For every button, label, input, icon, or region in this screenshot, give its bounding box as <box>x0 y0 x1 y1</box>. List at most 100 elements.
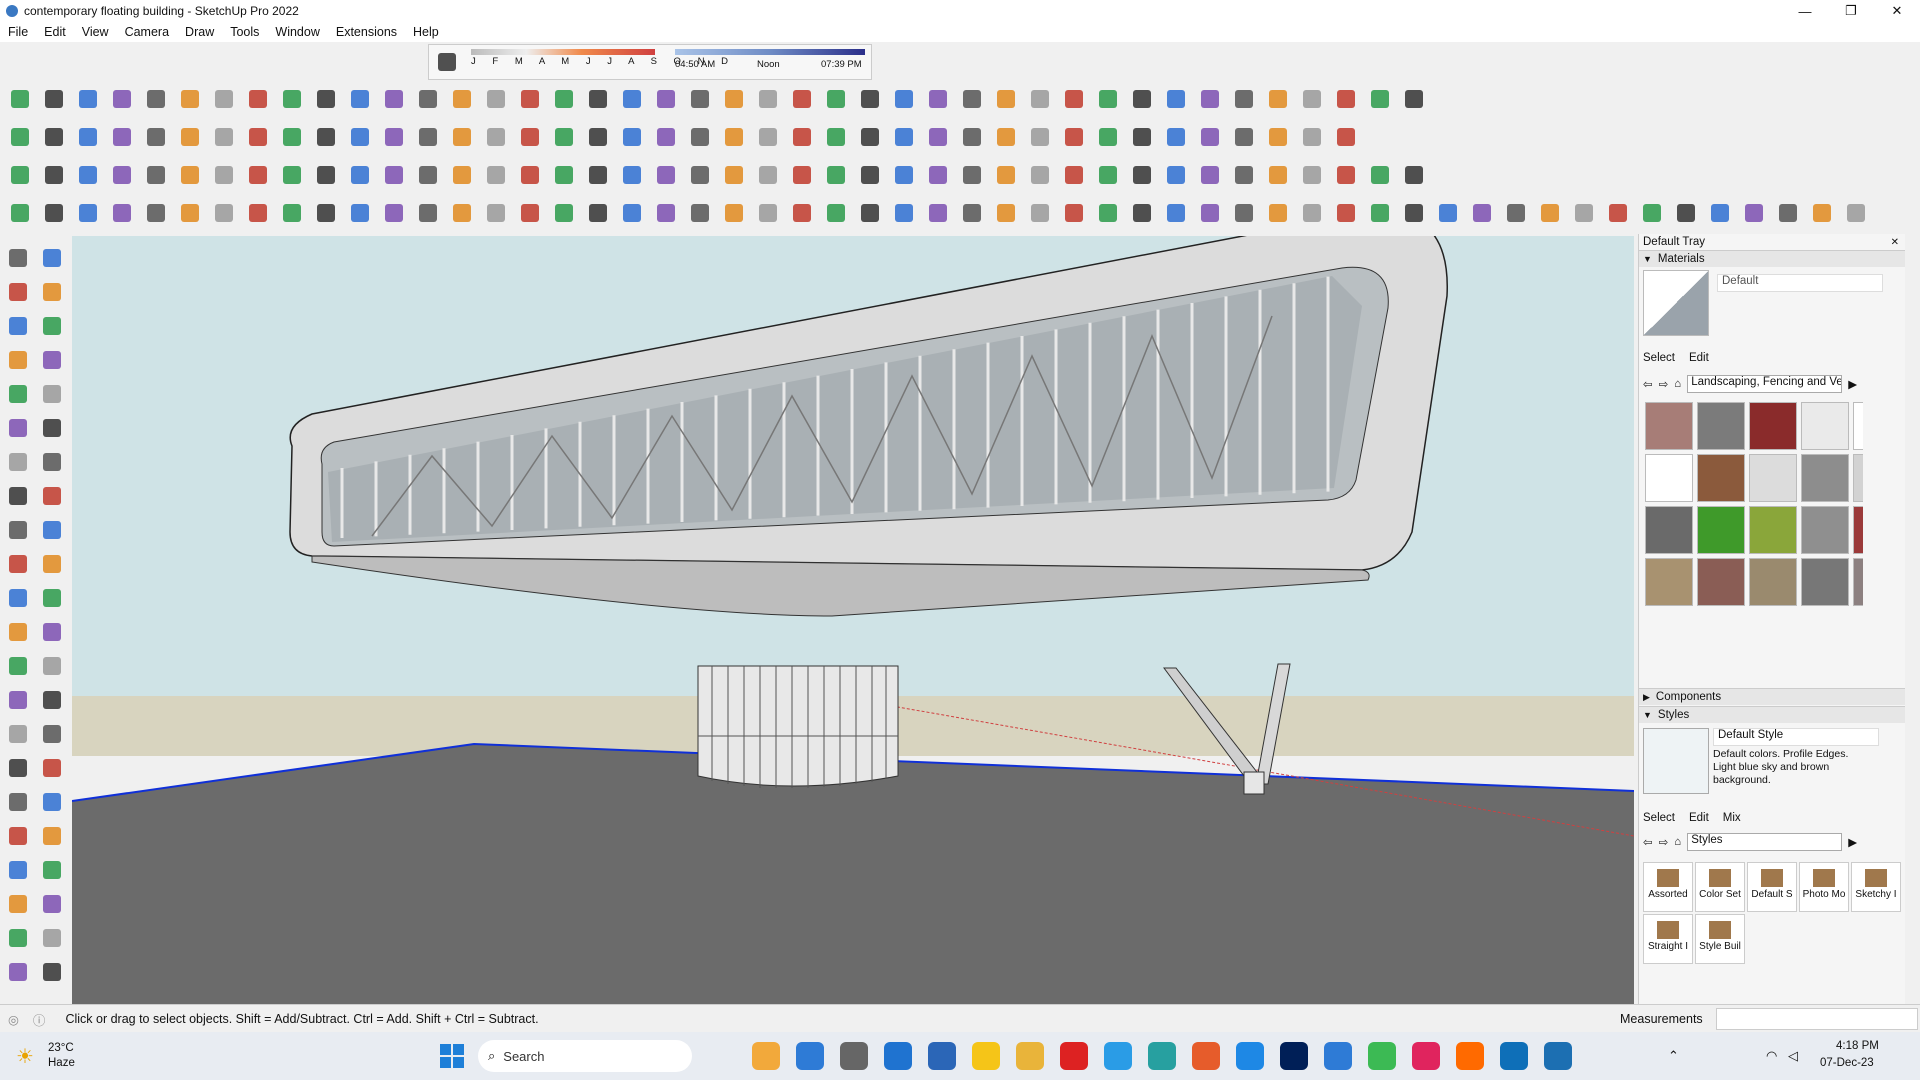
taskbar-app-icon[interactable] <box>1016 1042 1044 1070</box>
toolbar-tool-icon[interactable] <box>1094 123 1122 151</box>
toolbar-tool-icon[interactable] <box>584 123 612 151</box>
toolbar-tool-icon[interactable] <box>788 85 816 113</box>
left-tool-icon[interactable] <box>38 414 66 442</box>
style-folder[interactable]: Straight I <box>1643 914 1693 964</box>
toolbar-tool-icon[interactable] <box>108 161 136 189</box>
toolbar-tool-icon[interactable] <box>1366 161 1394 189</box>
style-folder[interactable]: Style Buil <box>1695 914 1745 964</box>
toolbar-tool-icon[interactable] <box>754 85 782 113</box>
toolbar-tool-icon[interactable] <box>1162 85 1190 113</box>
toolbar-tool-icon[interactable] <box>1400 161 1428 189</box>
toolbar-tool-icon[interactable] <box>720 199 748 227</box>
style-folder[interactable]: Photo Mo <box>1799 862 1849 912</box>
toolbar-tool-icon[interactable] <box>40 123 68 151</box>
menu-view[interactable]: View <box>74 25 117 39</box>
styles-mix-tab[interactable]: Mix <box>1723 812 1741 824</box>
toolbar-tool-icon[interactable] <box>380 199 408 227</box>
material-swatch[interactable] <box>1697 558 1745 606</box>
toolbar-tool-icon[interactable] <box>1570 199 1598 227</box>
toolbar-tool-icon[interactable] <box>652 199 680 227</box>
toolbar-tool-icon[interactable] <box>720 161 748 189</box>
left-tool-icon[interactable] <box>38 550 66 578</box>
model-scene[interactable] <box>72 236 1634 1004</box>
toolbar-tool-icon[interactable] <box>1162 123 1190 151</box>
toolbar-tool-icon[interactable] <box>414 161 442 189</box>
material-swatch[interactable] <box>1645 506 1693 554</box>
details-arrow-icon[interactable]: ▶ <box>1848 377 1857 391</box>
toolbar-tool-icon[interactable] <box>822 85 850 113</box>
toolbar-tool-icon[interactable] <box>1366 199 1394 227</box>
taskbar-app-icon[interactable] <box>1324 1042 1352 1070</box>
toolbar-tool-icon[interactable] <box>1196 161 1224 189</box>
toolbar-tool-icon[interactable] <box>958 85 986 113</box>
toolbar-tool-icon[interactable] <box>1230 161 1258 189</box>
toolbar-tool-icon[interactable] <box>924 85 952 113</box>
materials-edit-tab[interactable]: Edit <box>1689 352 1709 364</box>
weather-icon[interactable]: ☀ <box>16 1044 34 1069</box>
toolbar-tool-icon[interactable] <box>822 161 850 189</box>
toolbar-tool-icon[interactable] <box>278 85 306 113</box>
toolbar-tool-icon[interactable] <box>890 85 918 113</box>
back-arrow-icon[interactable]: ⇦ <box>1643 377 1653 391</box>
left-tool-icon[interactable] <box>4 856 32 884</box>
left-tool-icon[interactable] <box>38 924 66 952</box>
toolbar-tool-icon[interactable] <box>74 85 102 113</box>
toolbar-tool-icon[interactable] <box>958 123 986 151</box>
taskbar-app-icon[interactable] <box>1104 1042 1132 1070</box>
toolbar-tool-icon[interactable] <box>346 161 374 189</box>
toolbar-tool-icon[interactable] <box>550 123 578 151</box>
toolbar-tool-icon[interactable] <box>1196 199 1224 227</box>
toolbar-tool-icon[interactable] <box>448 85 476 113</box>
components-panel-header[interactable]: ▶ Components <box>1639 688 1905 705</box>
toolbar-tool-icon[interactable] <box>652 85 680 113</box>
left-tool-icon[interactable] <box>38 754 66 782</box>
left-tool-icon[interactable] <box>4 448 32 476</box>
clock-date[interactable]: 07-Dec-23 <box>1820 1057 1874 1069</box>
toolbar-tool-icon[interactable] <box>1298 199 1326 227</box>
left-tool-icon[interactable] <box>4 516 32 544</box>
materials-panel-header[interactable]: ▼ Materials <box>1639 250 1905 267</box>
toolbar-tool-icon[interactable] <box>244 199 272 227</box>
toolbar-tool-icon[interactable] <box>516 199 544 227</box>
toolbar-tool-icon[interactable] <box>1128 199 1156 227</box>
left-tool-icon[interactable] <box>4 822 32 850</box>
toolbar-tool-icon[interactable] <box>992 161 1020 189</box>
toolbar-tool-icon[interactable] <box>176 199 204 227</box>
left-tool-icon[interactable] <box>4 380 32 408</box>
material-swatch[interactable] <box>1697 506 1745 554</box>
toolbar-tool-icon[interactable] <box>1638 199 1666 227</box>
material-swatch[interactable] <box>1853 558 1863 606</box>
menu-draw[interactable]: Draw <box>177 25 222 39</box>
toolbar-tool-icon[interactable] <box>414 85 442 113</box>
back-arrow-icon[interactable]: ⇦ <box>1643 835 1653 849</box>
material-swatch[interactable] <box>1645 402 1693 450</box>
toolbar-tool-icon[interactable] <box>1060 161 1088 189</box>
toolbar-tool-icon[interactable] <box>108 199 136 227</box>
toolbar-tool-icon[interactable] <box>142 161 170 189</box>
toolbar-tool-icon[interactable] <box>754 123 782 151</box>
toolbar-tool-icon[interactable] <box>1332 199 1360 227</box>
left-tool-icon[interactable] <box>38 652 66 680</box>
toolbar-tool-icon[interactable] <box>890 199 918 227</box>
material-swatch[interactable] <box>1697 402 1745 450</box>
time-slider[interactable] <box>675 49 865 55</box>
toolbar-tool-icon[interactable] <box>1434 199 1462 227</box>
toolbar-tool-icon[interactable] <box>448 199 476 227</box>
toolbar-tool-icon[interactable] <box>754 199 782 227</box>
toolbar-tool-icon[interactable] <box>1060 123 1088 151</box>
toolbar-tool-icon[interactable] <box>890 123 918 151</box>
toolbar-tool-icon[interactable] <box>958 161 986 189</box>
toolbar-tool-icon[interactable] <box>618 123 646 151</box>
left-tool-icon[interactable] <box>38 788 66 816</box>
toolbar-tool-icon[interactable] <box>1230 199 1258 227</box>
toolbar-tool-icon[interactable] <box>448 123 476 151</box>
toolbar-tool-icon[interactable] <box>244 85 272 113</box>
toolbar-tool-icon[interactable] <box>1298 161 1326 189</box>
drawing-viewport[interactable] <box>72 236 1634 1004</box>
volume-icon[interactable]: ◁ <box>1788 1048 1798 1064</box>
material-swatch[interactable] <box>1645 454 1693 502</box>
toolbar-tool-icon[interactable] <box>1162 161 1190 189</box>
show-hidden-icons-icon[interactable]: ⌃ <box>1668 1048 1679 1064</box>
forward-arrow-icon[interactable]: ⇨ <box>1659 835 1669 849</box>
materials-library-select[interactable]: Landscaping, Fencing and Ve <box>1687 375 1843 393</box>
